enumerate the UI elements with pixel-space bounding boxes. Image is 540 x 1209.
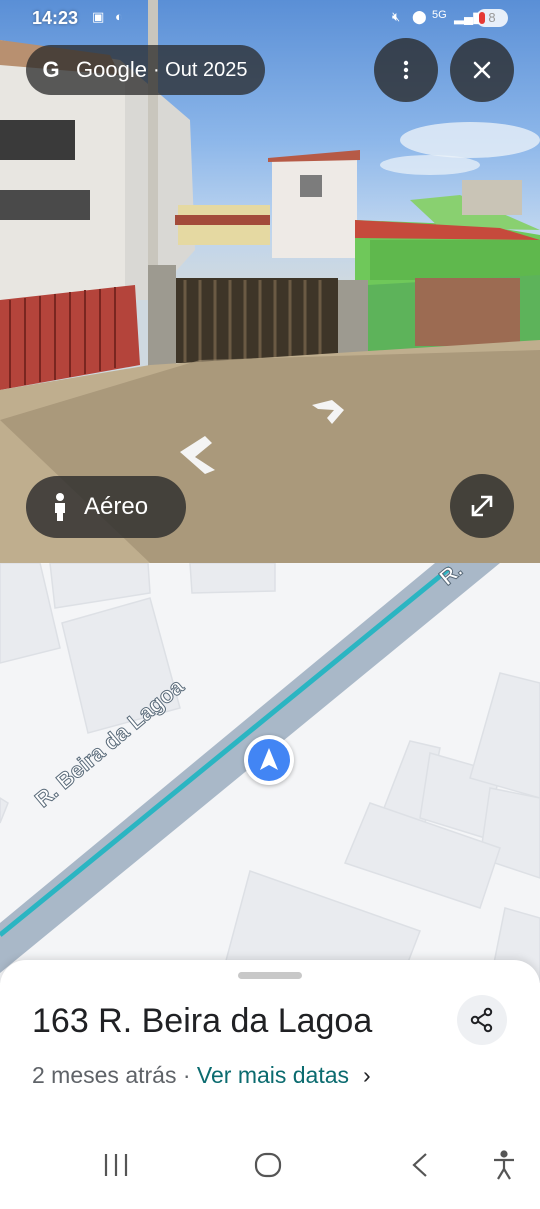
share-icon [470,1007,493,1033]
place-sheet[interactable] [0,960,540,1150]
person-icon [55,493,65,521]
aerial-view-button[interactable]: Aéreo [26,476,186,538]
more-options-button[interactable] [374,38,438,102]
mute-icon: 🔇︎ [392,9,401,24]
imagery-source-chip: G Google · Out 2025 [26,45,266,95]
time-ago: 2 meses atrás [32,1062,177,1088]
system-navigation-bar [0,1150,540,1204]
accessibility-button[interactable] [480,1150,532,1184]
status-time: 14:23 [32,8,79,28]
data-saver-icon: ◐ [115,9,123,24]
current-position-marker[interactable] [244,735,294,785]
map-view[interactable]: R. Beira da Lagoa R. [0,563,540,983]
sheet-drag-handle[interactable] [238,972,302,979]
back-button[interactable] [396,1150,448,1184]
more-dates-link[interactable]: Ver mais datas [197,1062,349,1088]
imagery-date-row: 2 meses atrás · Ver mais datas › [32,1062,371,1089]
close-icon [473,61,491,79]
battery-icon: 8 [476,9,508,27]
network-5g-icon: 5G [432,9,447,21]
recent-apps-button[interactable] [90,1150,142,1184]
home-button[interactable] [242,1150,294,1184]
share-button[interactable] [457,995,507,1045]
brand-label: Google [76,57,147,82]
location-icon: ⬤ [412,9,427,24]
close-button[interactable] [450,38,514,102]
imagery-date: · Out 2025 [152,58,248,81]
place-address: 163 R. Beira da Lagoa [32,1002,373,1040]
separator: · [176,1062,197,1088]
fullscreen-button[interactable] [450,474,514,538]
google-logo-icon: G [42,57,60,82]
expand-icon [471,495,493,517]
navigation-arrow-icon [260,748,278,770]
chevron-right-icon[interactable]: › [363,1062,371,1088]
more-vert-icon [403,60,409,80]
status-bar: 14:23 ▣ ◐ 🔇︎ ⬤ 5G ▂▄▆ 8 [0,0,540,38]
aerial-view-label: Aéreo [84,493,149,520]
screenshot-icon: ▣ [92,9,105,24]
